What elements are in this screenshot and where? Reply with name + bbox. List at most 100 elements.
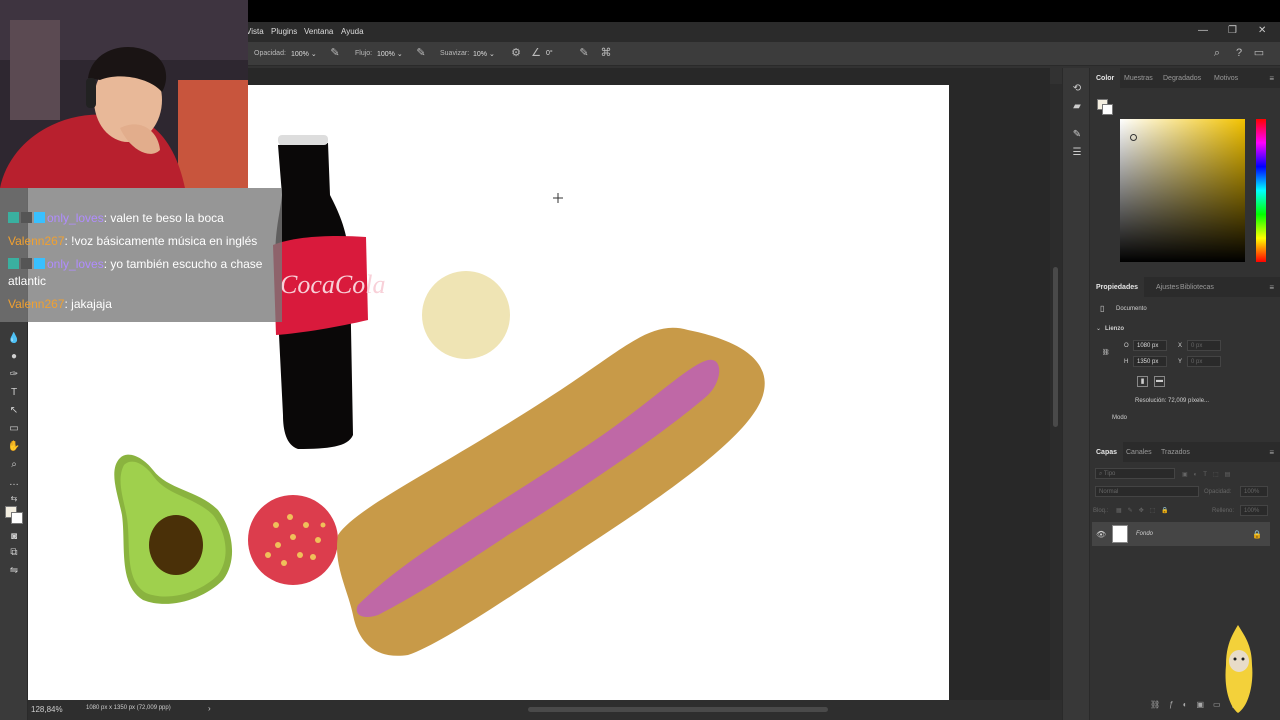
quick-mask-icon[interactable]: ◙ (7, 530, 21, 544)
hue-slider[interactable] (1256, 119, 1266, 262)
prime-badge-icon (34, 258, 45, 269)
layer-row[interactable]: 👁 Fondo 🔒 (1092, 522, 1270, 546)
webcam-image (0, 0, 248, 188)
hand-tool-icon[interactable]: ✋ (7, 440, 21, 454)
smoothing-field[interactable]: 10% ⌄ (471, 47, 505, 60)
chat-message: Valenn267: !voz básicamente música en in… (8, 234, 258, 248)
eye-icon[interactable]: 👁 (1096, 530, 1106, 539)
bg-swatch[interactable] (1102, 104, 1113, 115)
horizontal-scroll-thumb[interactable] (528, 707, 828, 712)
lock-icons[interactable]: ▦✎✥⬚🔒 (1116, 507, 1175, 514)
rectangle-tool-icon[interactable]: ▭ (7, 422, 21, 436)
chat-username[interactable]: only_loves (47, 211, 104, 225)
chat-username[interactable]: Valenn267 (8, 234, 65, 248)
tab-properties[interactable]: Propiedades (1090, 277, 1145, 297)
close-button[interactable]: ✕ (1258, 25, 1266, 36)
help-icon[interactable]: ? (1233, 47, 1245, 59)
chat-message: Valenn267: jakajaja (8, 297, 112, 311)
blur-tool-icon[interactable]: 💧 (7, 332, 21, 346)
gear-icon[interactable]: ⚙ (510, 47, 522, 59)
history-icon[interactable]: ⟲ (1070, 82, 1084, 96)
zoom-level[interactable]: 128,84% (31, 705, 63, 714)
restore-button[interactable]: ❐ (1228, 25, 1237, 36)
type-tool-icon[interactable]: T (7, 386, 21, 400)
pressure-size-icon[interactable]: ✎ (578, 47, 590, 59)
fill-label: Relleno: (1212, 508, 1235, 514)
path-select-tool-icon[interactable]: ↖ (7, 404, 21, 418)
properties-menu-icon[interactable]: ≡ (1269, 283, 1274, 292)
swap-colors-icon[interactable]: ⇆ (7, 492, 21, 506)
search-icon[interactable]: ⌕ (1211, 47, 1223, 59)
portrait-icon[interactable]: ▮ (1137, 376, 1148, 387)
pressure-opacity-icon[interactable]: ✎ (329, 47, 341, 59)
menu-ventana[interactable]: Ventana (304, 27, 333, 36)
menu-vista[interactable]: Vista (246, 27, 264, 36)
menu-plugins[interactable]: Plugins (271, 27, 297, 36)
opacity-field[interactable]: 100% ⌄ (289, 47, 323, 60)
workspace-icon[interactable]: ▭ (1253, 47, 1265, 59)
banana-cat-sticker (1225, 625, 1253, 713)
horizontal-scrollbar[interactable] (258, 700, 1058, 720)
link-dimensions-icon[interactable]: ⛓ (1102, 349, 1110, 356)
color-picker-handle[interactable] (1130, 134, 1137, 141)
tab-patterns[interactable]: Motivos (1208, 68, 1244, 88)
width-input[interactable]: 1080 px (1133, 340, 1167, 351)
pen-tool-icon[interactable]: ✑ (7, 368, 21, 382)
tab-libraries[interactable]: Bibliotecas (1174, 277, 1220, 297)
layers-tabs: Capas Canales Trazados ≡ (1090, 442, 1280, 462)
layer-opacity-label: Opacidad: (1204, 489, 1232, 495)
angle-icon: ∠ (531, 47, 541, 59)
y-input[interactable]: 0 px (1187, 356, 1221, 367)
tab-channels[interactable]: Canales (1120, 442, 1158, 462)
document-label: Documento (1116, 306, 1147, 312)
layer-filter-icons[interactable]: ▣◐T⬚▤ (1182, 471, 1236, 478)
layer-opacity-input[interactable]: 100% (1240, 486, 1268, 497)
chat-username[interactable]: Valenn267 (8, 297, 65, 311)
menu-ayuda[interactable]: Ayuda (341, 27, 364, 36)
dodge-tool-icon[interactable]: ● (7, 350, 21, 364)
layers-menu-icon[interactable]: ≡ (1269, 448, 1274, 457)
height-input[interactable]: 1350 px (1133, 356, 1167, 367)
comments-icon[interactable]: ▰ (1070, 100, 1084, 114)
layer-filter-search[interactable]: ⌕ Tipo (1095, 468, 1175, 479)
tab-gradients[interactable]: Degradados (1157, 68, 1207, 88)
symmetry-icon[interactable]: ⌘ (600, 47, 612, 59)
blend-mode-select[interactable]: Normal (1095, 486, 1199, 497)
airbrush-icon[interactable]: ✎ (415, 47, 427, 59)
saturation-brightness-picker[interactable] (1120, 119, 1245, 262)
tab-paths[interactable]: Trazados (1155, 442, 1196, 462)
brush-settings-icon[interactable]: ✎ (1070, 128, 1084, 142)
layer-name[interactable]: Fondo (1136, 531, 1153, 537)
layer-lock-icon[interactable]: 🔒 (1252, 530, 1262, 539)
opacity-value: 100% (291, 51, 309, 58)
vertical-scroll-thumb[interactable] (1053, 267, 1058, 427)
avocado-pit (149, 515, 203, 575)
zoom-tool-icon[interactable]: ⌕ (7, 458, 21, 472)
status-menu-arrow[interactable]: › (208, 704, 211, 713)
status-bar: 128,84% 1080 px x 1350 px (72,009 ppp) › (28, 700, 1062, 720)
bottle-label-text: CocaCola (280, 270, 385, 299)
tab-swatches[interactable]: Muestras (1118, 68, 1159, 88)
x-label: X (1178, 343, 1183, 349)
chat-text-continuation: atlantic (8, 274, 47, 288)
screen-mode-icon[interactable]: ⧉ (7, 546, 21, 560)
tab-layers[interactable]: Capas (1090, 442, 1124, 462)
flow-field[interactable]: 100% ⌄ (375, 47, 409, 60)
width-label: O (1124, 343, 1129, 349)
flow-value: 100% (377, 51, 395, 58)
color-panel-menu-icon[interactable]: ≡ (1269, 74, 1274, 83)
edit-toolbar-icon[interactable]: ⇋ (7, 564, 21, 578)
more-tools-icon[interactable]: … (7, 476, 21, 490)
background-color-swatch[interactable] (11, 512, 23, 524)
tab-color[interactable]: Color (1090, 68, 1121, 88)
landscape-icon[interactable]: ▬ (1154, 376, 1165, 387)
canvas-section-chevron-icon[interactable]: ⌄ (1096, 325, 1101, 332)
fill-input[interactable]: 100% (1240, 505, 1268, 516)
x-input[interactable]: 0 px (1187, 340, 1221, 351)
angle-field[interactable]: 0° (544, 47, 568, 60)
vertical-scrollbar[interactable] (1050, 84, 1062, 700)
minimize-button[interactable]: — (1198, 25, 1208, 36)
layer-thumbnail (1112, 525, 1128, 543)
adjustments-icon[interactable]: ☰ (1070, 146, 1084, 160)
chat-username[interactable]: only_loves (47, 257, 104, 271)
